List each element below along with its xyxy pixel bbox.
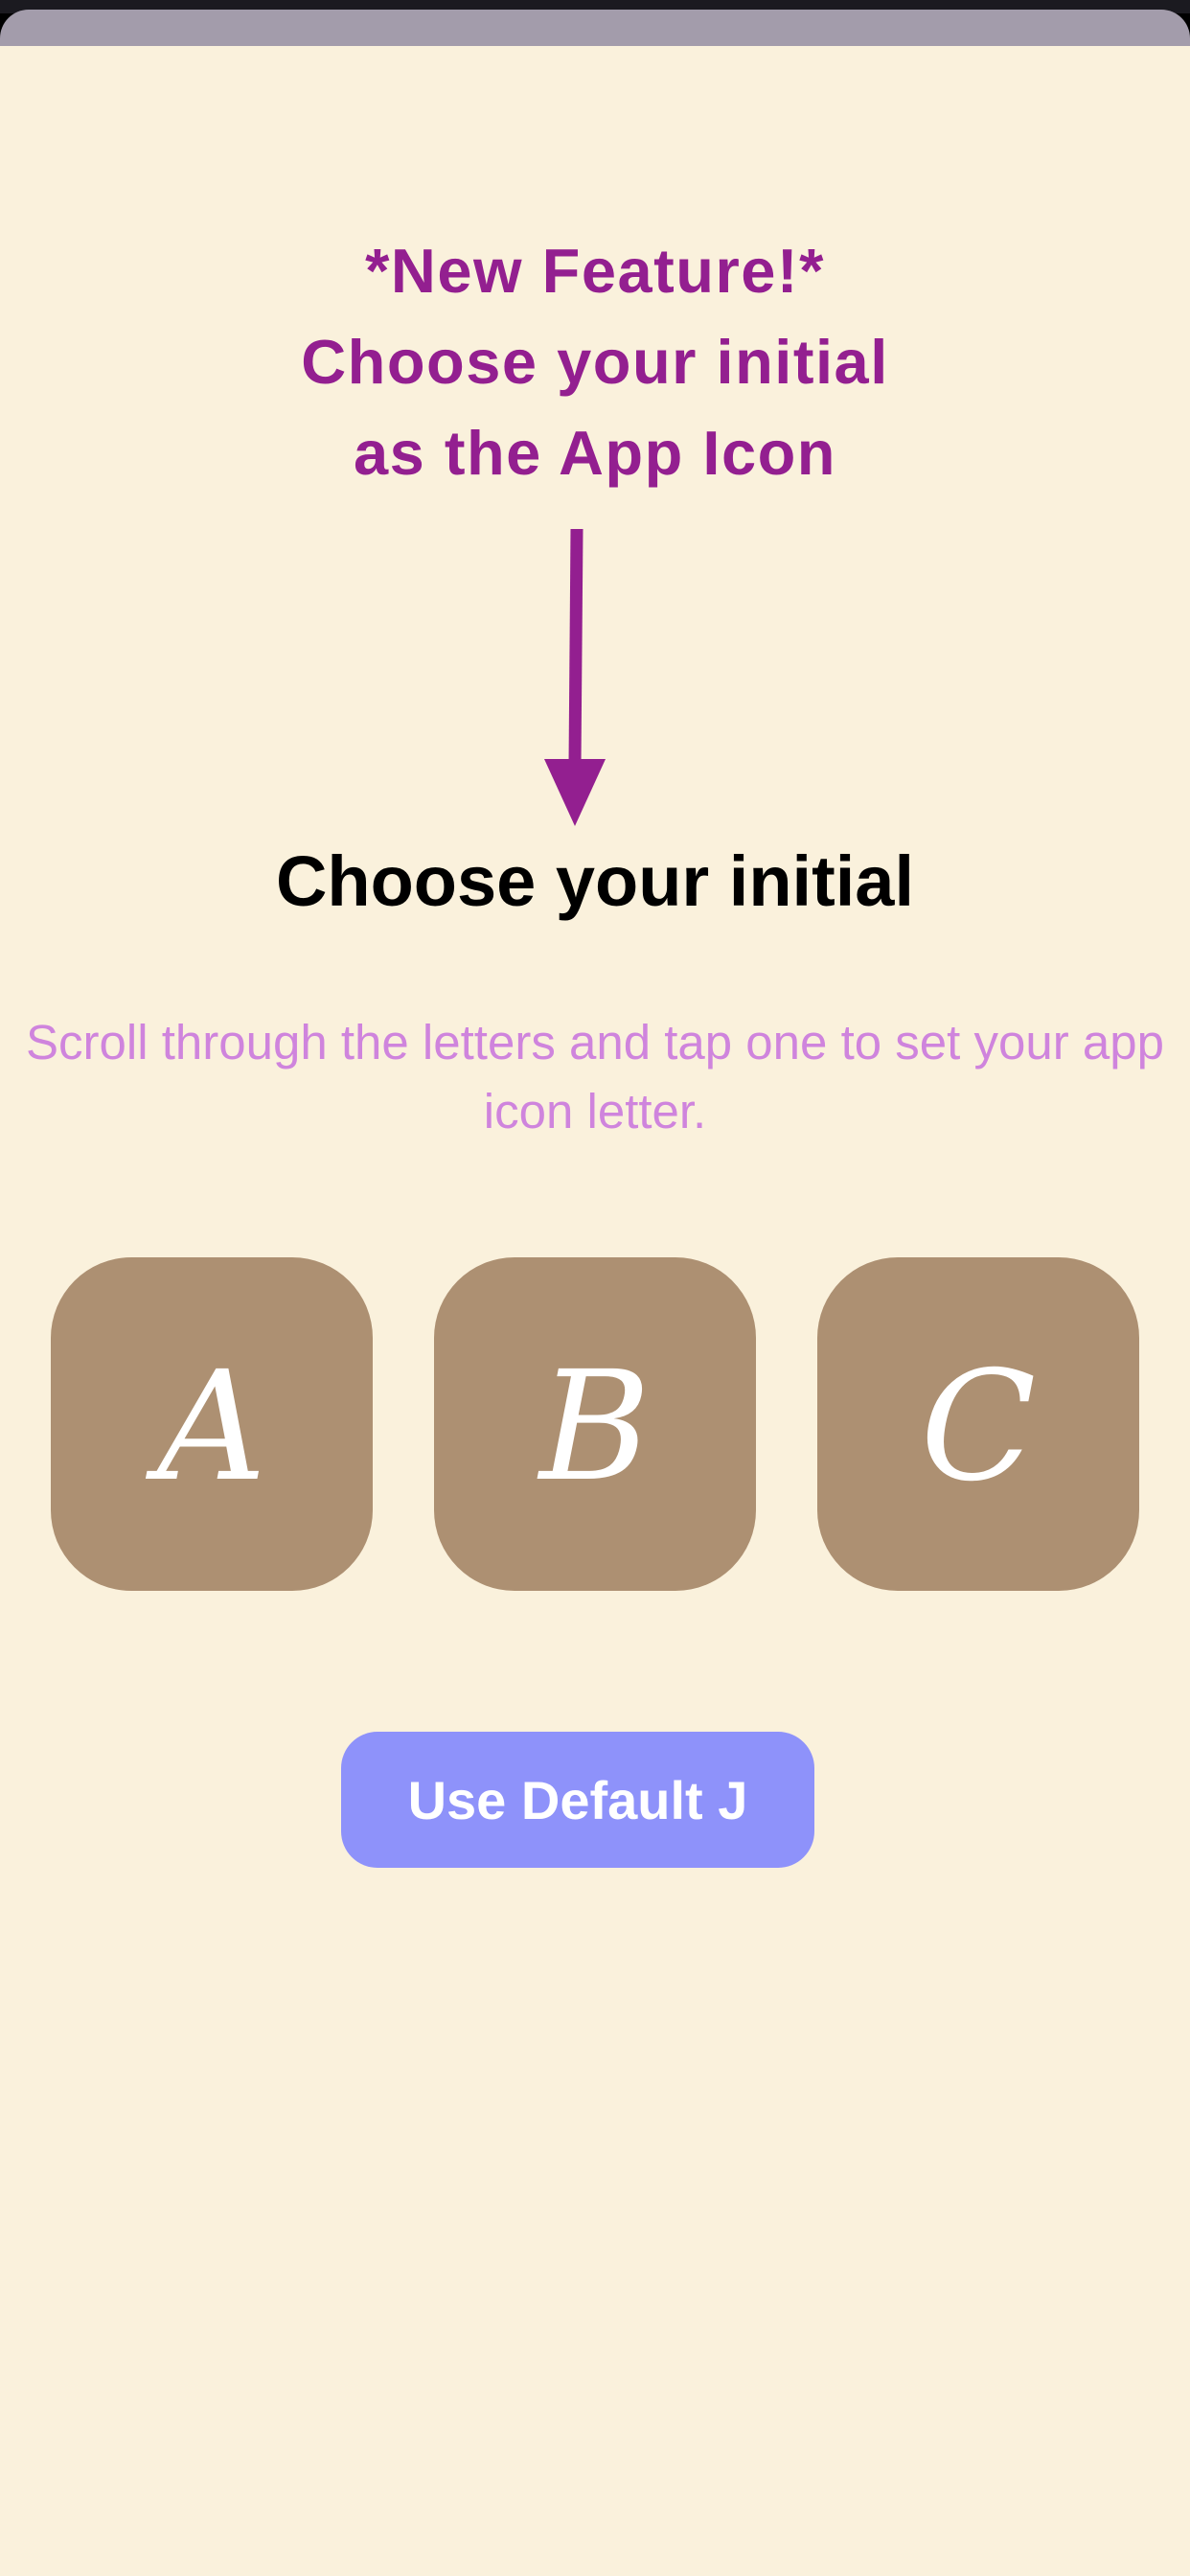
- letter-tile-b[interactable]: B: [434, 1257, 756, 1591]
- letter-tile-c[interactable]: C: [817, 1257, 1139, 1591]
- use-default-button-label: Use Default J: [407, 1769, 748, 1830]
- new-feature-callout: *New Feature!* Choose your initial as th…: [0, 225, 1190, 498]
- promo-line-1: *New Feature!*: [365, 236, 825, 306]
- letter-tile-label: C: [920, 1339, 1037, 1515]
- letter-tile-a[interactable]: A: [51, 1257, 373, 1591]
- promo-line-2: Choose your initial: [301, 327, 889, 397]
- down-arrow-icon: [544, 528, 606, 826]
- instructions-text: Scroll through the letters and tap one t…: [26, 1015, 1164, 1138]
- page-title: Choose your initial: [275, 841, 915, 921]
- promo-line-3: as the App Icon: [353, 418, 837, 488]
- use-default-button[interactable]: Use Default J: [341, 1732, 814, 1868]
- letter-tile-label: B: [538, 1339, 652, 1515]
- letter-tile-label: A: [156, 1339, 267, 1515]
